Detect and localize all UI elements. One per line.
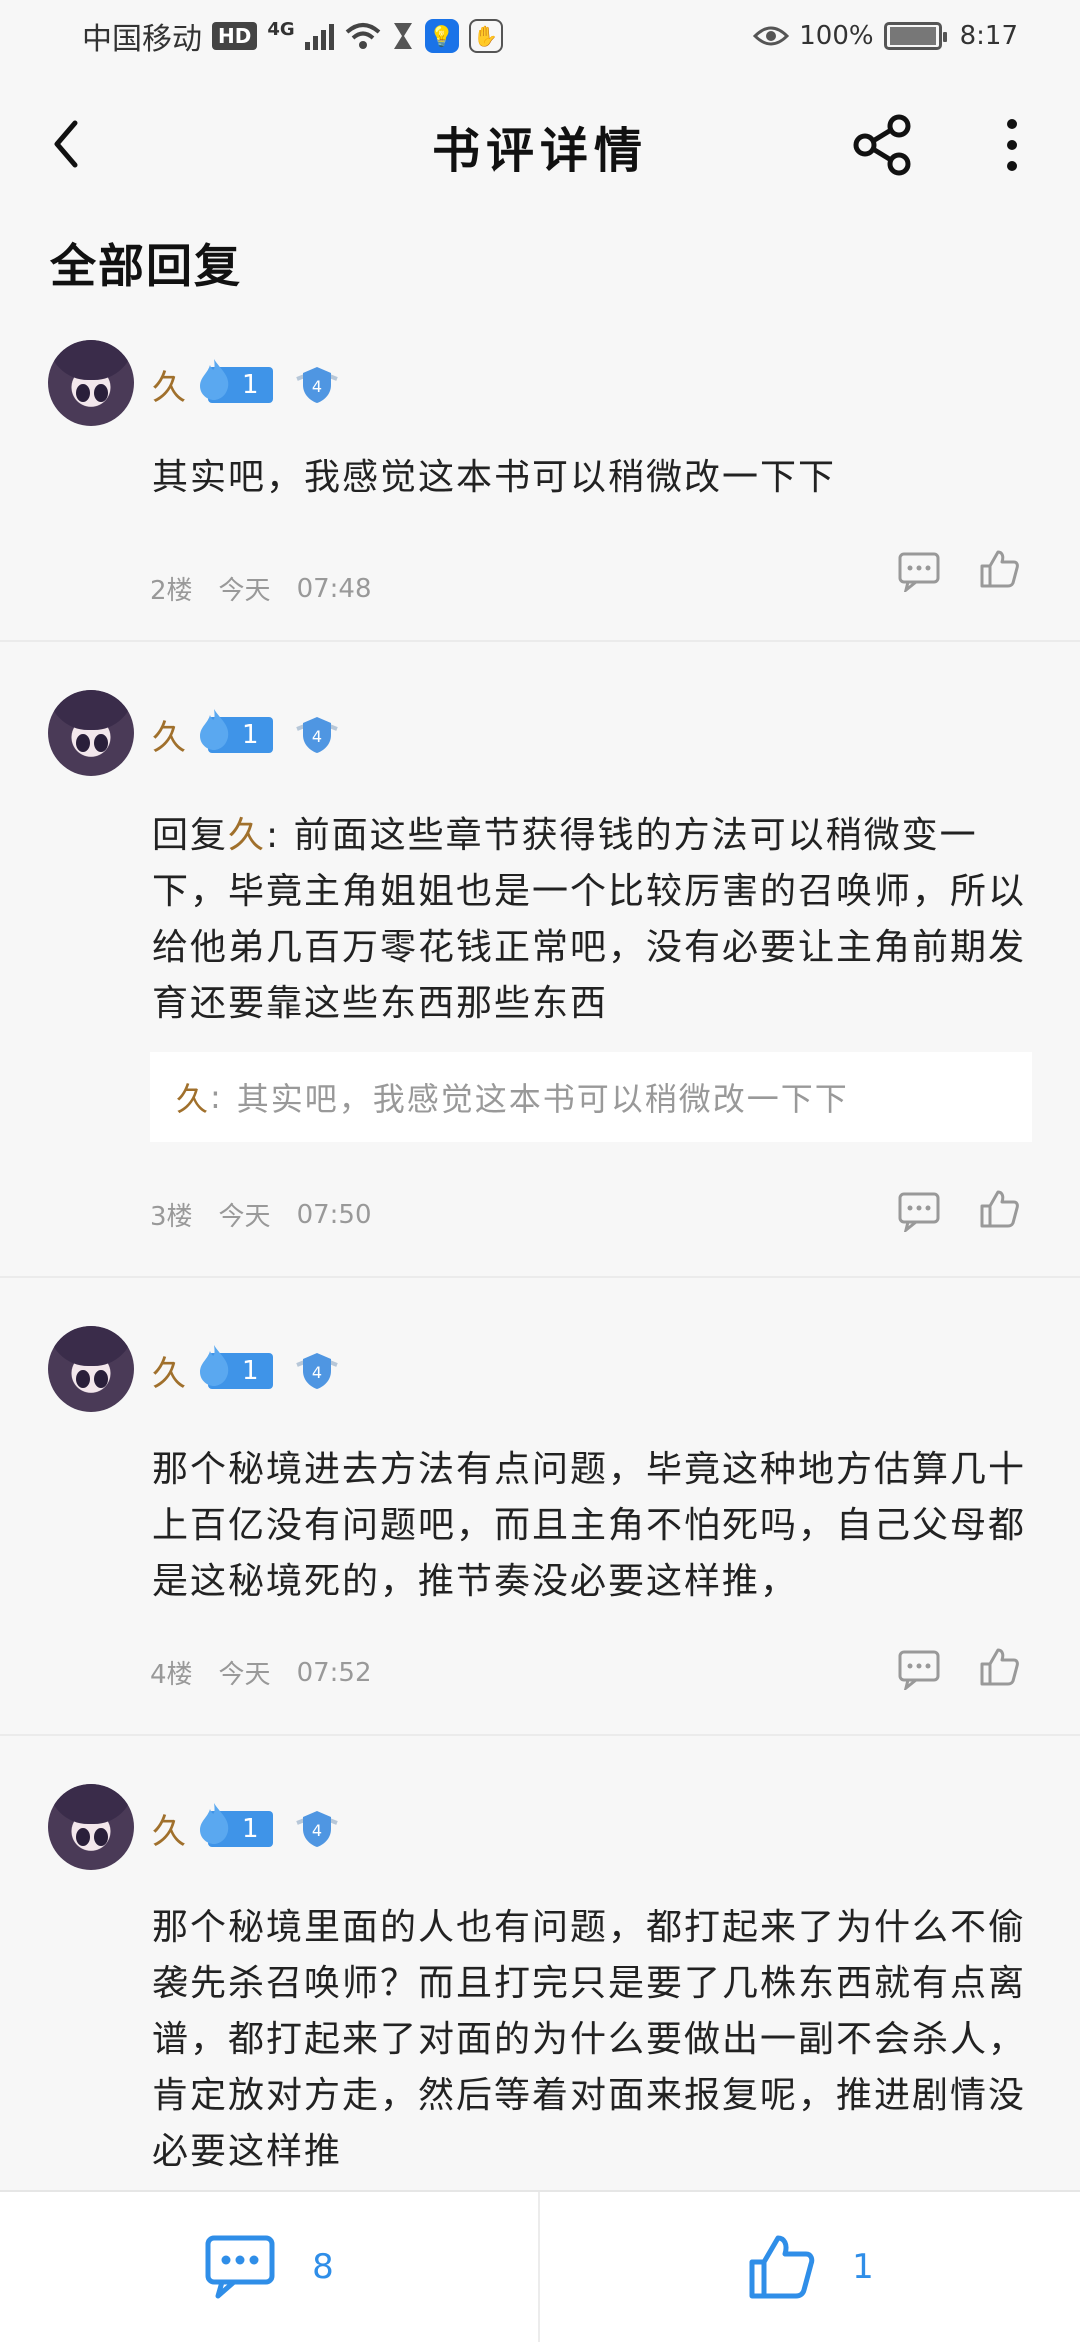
comment-item: 久 1 4 回复久: 前面这些章节获得钱的方法可以稍微变一下，毕竟主角姐姐也是一…: [0, 642, 1080, 1278]
shield-badge-icon: 4: [295, 715, 339, 755]
page-title: 书评详情: [431, 123, 648, 179]
username[interactable]: 久: [152, 1804, 186, 1853]
level-number: 1: [242, 1813, 259, 1844]
svg-text:4: 4: [311, 1821, 321, 1840]
comment-text: 那个秘境里面的人也有问题，都打起来了为什么不偷袭先杀召唤师？而且打完只是要了几株…: [152, 1907, 1027, 2172]
level-badge: 1: [200, 708, 273, 753]
user-row: 久 1 4: [152, 708, 339, 759]
level-number: 1: [242, 1355, 259, 1386]
date-label: 今天: [218, 1660, 271, 1690]
carrier-label: 中国移动: [82, 22, 202, 57]
svg-text:4: 4: [311, 727, 321, 746]
comment-text: 那个秘境进去方法有点问题，毕竟这种地方估算几十上百亿没有问题吧，而且主角不怕死吗…: [152, 1449, 1027, 1602]
comment-item: 久 1 4 其实吧，我感觉这本书可以稍微改一下下 2楼 今天 07:48: [0, 330, 1080, 642]
floor-label: 2楼: [150, 576, 193, 606]
avatar[interactable]: [48, 1784, 134, 1870]
section-title: 全部回复: [50, 239, 242, 293]
more-vertical-icon: [1007, 119, 1017, 171]
reply-icon[interactable]: [898, 552, 940, 592]
user-row: 久 1 4: [152, 1344, 339, 1395]
hd-badge: HD: [212, 22, 258, 50]
flame-icon: [200, 708, 229, 750]
bottom-bar: 8 1: [0, 2190, 1080, 2342]
chevron-left-icon: [54, 120, 78, 168]
wifi-icon: [345, 23, 380, 49]
like-count: 1: [852, 2247, 874, 2287]
hourglass-icon: [393, 23, 412, 49]
quote-text: 其实吧，我感觉这本书可以稍微改一下下: [236, 1080, 849, 1118]
more-button[interactable]: [990, 110, 1034, 180]
level-badge: 1: [200, 358, 273, 403]
share-icon: [853, 114, 911, 176]
network-type: 4G: [267, 18, 295, 40]
like-icon[interactable]: [978, 548, 1020, 590]
level-badge: 1: [200, 1344, 273, 1389]
status-bar: 中国移动 HD 4G 💡 ✋ 100% 8:17: [0, 0, 1080, 72]
svg-text:4: 4: [311, 1363, 321, 1382]
title-bar: 书评详情: [0, 72, 1080, 220]
hand-icon: ✋: [468, 19, 503, 53]
battery-percent: 100%: [799, 21, 874, 51]
reply-text: 前面这些章节获得钱的方法可以稍微变一下，毕竟主角姐姐也是一个比较厉害的召唤师，所…: [152, 815, 1027, 1024]
time-label: 07:52: [296, 1657, 372, 1688]
quote-colon: :: [210, 1078, 223, 1116]
clock: 8:17: [959, 21, 1018, 51]
quoted-comment[interactable]: 久: 其实吧，我感觉这本书可以稍微改一下下: [150, 1052, 1032, 1142]
thumbs-up-icon: [749, 2235, 815, 2299]
flame-icon: [200, 1802, 229, 1844]
comment-item: 久 1 4 那个秘境里面的人也有问题，都打起来了为什么不偷袭先杀召唤师？而且打完…: [0, 1736, 1080, 2190]
svg-text:4: 4: [311, 377, 321, 396]
bottom-like-button[interactable]: 1: [540, 2192, 1080, 2342]
reply-icon[interactable]: [898, 1650, 940, 1690]
eye-icon: [753, 26, 790, 46]
meta-row: 4楼 今天 07:52: [150, 1654, 372, 1691]
flame-icon: [200, 1344, 229, 1386]
avatar[interactable]: [48, 340, 134, 426]
status-left: 中国移动 HD 4G 💡 ✋: [82, 14, 503, 58]
level-number: 1: [242, 369, 259, 400]
time-label: 07:48: [296, 573, 372, 604]
date-label: 今天: [218, 1202, 271, 1232]
avatar[interactable]: [48, 1326, 134, 1412]
signal-icon: [304, 24, 334, 50]
like-icon[interactable]: [978, 1188, 1020, 1230]
floor-label: 4楼: [150, 1660, 193, 1690]
comment-text: 回复久: 前面这些章节获得钱的方法可以稍微变一下，毕竟主角姐姐也是一个比较厉害的…: [152, 808, 1032, 1032]
share-button[interactable]: [848, 110, 918, 180]
user-row: 久 1 4: [152, 1802, 339, 1853]
time-label: 07:50: [296, 1199, 372, 1230]
quote-username: 久: [176, 1080, 211, 1118]
shield-badge-icon: 4: [295, 1809, 339, 1849]
username[interactable]: 久: [152, 360, 186, 409]
reply-icon[interactable]: [898, 1192, 940, 1232]
reply-colon: :: [266, 815, 281, 856]
battery-icon: [883, 22, 947, 50]
avatar[interactable]: [48, 690, 134, 776]
like-icon[interactable]: [978, 1646, 1020, 1688]
reply-to-username[interactable]: 久: [228, 815, 266, 856]
floor-label: 3楼: [150, 1202, 193, 1232]
comment-item: 久 1 4 那个秘境进去方法有点问题，毕竟这种地方估算几十上百亿没有问题吧，而且…: [0, 1278, 1080, 1736]
level-badge: 1: [200, 1802, 273, 1847]
user-row: 久 1 4: [152, 358, 339, 409]
bulb-icon: 💡: [424, 19, 459, 53]
flame-icon: [200, 358, 229, 400]
meta-row: 2楼 今天 07:48: [150, 570, 372, 607]
shield-badge-icon: 4: [295, 365, 339, 405]
meta-row: 3楼 今天 07:50: [150, 1196, 372, 1233]
level-number: 1: [242, 719, 259, 750]
comment-icon: [205, 2235, 275, 2299]
status-right: 100% 8:17: [753, 21, 1018, 51]
reply-prefix: 回复: [152, 815, 229, 856]
back-button[interactable]: [40, 108, 92, 180]
reply-count: 8: [312, 2247, 334, 2287]
date-label: 今天: [218, 576, 271, 606]
comment-text: 其实吧，我感觉这本书可以稍微改一下下: [152, 457, 837, 498]
bottom-reply-button[interactable]: 8: [0, 2192, 540, 2342]
username[interactable]: 久: [152, 1346, 186, 1395]
username[interactable]: 久: [152, 710, 186, 759]
shield-badge-icon: 4: [295, 1351, 339, 1391]
